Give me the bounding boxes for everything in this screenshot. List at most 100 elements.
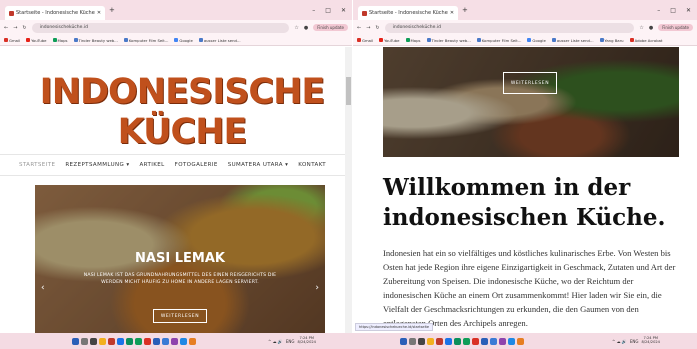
taskbar-app-icon[interactable] (445, 337, 452, 345)
nav-item-kontakt[interactable]: KONTAKT (298, 162, 326, 168)
forward-icon[interactable]: → (13, 25, 17, 31)
tray-icons[interactable]: ^ ☁ 🔊 (268, 339, 283, 344)
profile-update-button[interactable]: Finish update (658, 24, 693, 31)
address-bar-row: ← → ↻ indonesischeküche.id ☆ ● Finish up… (353, 20, 697, 35)
nav-item-startseite[interactable]: STARTSEITE (19, 162, 55, 168)
read-more-button[interactable]: WEITERLESEN (503, 72, 557, 94)
maximize-button[interactable]: □ (670, 7, 676, 14)
taskbar-app-icon[interactable] (427, 337, 434, 345)
taskbar-app-icon[interactable] (454, 337, 461, 345)
clock[interactable]: 7:24 PM 8/24/2024 (642, 336, 660, 345)
minimize-button[interactable]: – (657, 7, 660, 14)
profile-icon[interactable]: ● (304, 25, 308, 31)
language-indicator[interactable]: ENG (630, 339, 639, 344)
slider-prev-icon[interactable]: ‹ (41, 283, 45, 293)
bookmark-item[interactable]: Komputer Film Seit... (476, 38, 521, 43)
language-indicator[interactable]: ENG (286, 339, 295, 344)
browser-tab[interactable]: Startseite - Indonesische Küche ✕ (358, 6, 459, 20)
taskbar-app-icon[interactable] (508, 337, 515, 345)
profile-icon[interactable]: ● (649, 25, 653, 31)
reload-icon[interactable]: ↻ (22, 25, 26, 31)
browser-window-left: Startseite - Indonesische Küche ✕ + – □ … (0, 0, 352, 333)
taskbar-app-icon[interactable] (189, 337, 196, 345)
taskbar-app-icon[interactable] (463, 337, 470, 345)
tab-bar: Startseite - Indonesische Küche ✕ + – □ … (0, 0, 352, 20)
taskbar-app-icon[interactable] (472, 337, 479, 345)
scrollbar[interactable] (345, 47, 352, 333)
bookmark-item[interactable]: YouTube (379, 38, 400, 43)
bookmark-item[interactable]: Komputer Film Seit... (123, 38, 168, 43)
new-tab-button[interactable]: + (109, 6, 115, 14)
main-nav: STARTSEITE REZEPTSAMMLUNG ▾ ARTIKEL FOTO… (0, 154, 345, 176)
bookmark-item[interactable]: Google (527, 38, 546, 43)
forward-icon[interactable]: → (366, 25, 370, 31)
taskbar-app-icon[interactable] (108, 337, 115, 345)
taskbar-app-icon[interactable] (144, 337, 151, 345)
bookmark-item[interactable]: Gmail (4, 38, 20, 43)
bookmarks-bar: Gmail YouTube Maps Tiroler Beauty web...… (353, 35, 697, 46)
close-window-button[interactable]: ✕ (686, 7, 691, 14)
minimize-button[interactable]: – (312, 7, 315, 14)
window-controls: – □ ✕ (312, 7, 352, 14)
nav-item-rezeptsammlung[interactable]: REZEPTSAMMLUNG ▾ (65, 162, 129, 168)
bookmark-item[interactable]: Gmail (357, 38, 373, 43)
browser-tab[interactable]: Startseite - Indonesische Küche ✕ (5, 6, 106, 20)
nav-item-artikel[interactable]: ARTIKEL (140, 162, 165, 168)
close-window-button[interactable]: ✕ (341, 7, 346, 14)
taskbar-app-icon[interactable] (180, 337, 187, 345)
new-tab-button[interactable]: + (462, 6, 468, 14)
taskbar-app-icon[interactable] (490, 337, 497, 345)
taskbar-app-icon[interactable] (135, 337, 142, 345)
bookmark-item[interactable]: Maps (405, 38, 421, 43)
taskbar-app-icon[interactable] (171, 337, 178, 345)
bookmark-item[interactable]: Tiroler Beauty web... (426, 38, 471, 43)
site-logo[interactable]: INDONESISCHE KÜCHE (36, 72, 328, 152)
url-input[interactable]: indonesischeküche.id (384, 22, 635, 33)
slider-next-icon[interactable]: › (315, 283, 319, 293)
star-icon[interactable]: ☆ (294, 25, 298, 31)
read-more-button[interactable]: WEITERLESEN (153, 309, 207, 323)
nav-item-fotogalerie[interactable]: FOTOGALERIE (175, 162, 218, 168)
taskbar-app-icon[interactable] (90, 337, 97, 345)
nav-item-sumatera-utara[interactable]: SUMATERA UTARA ▾ (228, 162, 289, 168)
taskbar-app-icon[interactable] (117, 337, 124, 345)
bookmark-item[interactable]: ausser Liste send... (198, 38, 241, 43)
bookmark-item[interactable]: Maps (52, 38, 68, 43)
bookmark-item[interactable]: ausser Liste send... (551, 38, 594, 43)
taskbar-app-icon[interactable] (409, 337, 416, 345)
bookmark-item[interactable]: Tiroler Beauty web... (73, 38, 118, 43)
taskbar-apps-left (72, 333, 198, 349)
bookmark-item[interactable]: Google (174, 38, 193, 43)
close-tab-icon[interactable]: ✕ (450, 10, 454, 16)
back-icon[interactable]: ← (4, 25, 8, 31)
bookmark-item[interactable]: Adobe Acrobat (629, 38, 662, 43)
taskbar-app-icon[interactable] (499, 337, 506, 345)
tray-icons[interactable]: ^ ☁ 🔊 (612, 339, 627, 344)
reload-icon[interactable]: ↻ (375, 25, 379, 31)
url-input[interactable]: indonesischeküche.id (31, 22, 290, 33)
star-icon[interactable]: ☆ (639, 25, 643, 31)
bookmark-item[interactable]: YouTube (26, 38, 47, 43)
profile-update-button[interactable]: Finish update (313, 24, 348, 31)
taskbar-app-icon[interactable] (99, 337, 106, 345)
taskbar-app-icon[interactable] (481, 337, 488, 345)
taskbar-app-icon[interactable] (162, 337, 169, 345)
taskbar-app-icon[interactable] (126, 337, 133, 345)
taskbar-app-icon[interactable] (418, 337, 425, 345)
featured-image: WEITERLESEN (383, 47, 679, 157)
welcome-paragraph: Indonesien hat ein so vielfältiges und k… (383, 248, 676, 328)
bookmark-item[interactable]: Yang Baru (599, 38, 624, 43)
maximize-button[interactable]: □ (325, 7, 331, 14)
taskbar-app-icon[interactable] (517, 337, 524, 345)
taskbar-app-icon[interactable] (153, 337, 160, 345)
close-tab-icon[interactable]: ✕ (97, 10, 101, 16)
back-icon[interactable]: ← (357, 25, 361, 31)
taskbar-app-icon[interactable] (400, 337, 407, 345)
scrollbar-thumb[interactable] (346, 77, 351, 105)
taskbar-app-icon[interactable] (72, 337, 79, 345)
taskbar-app-icon[interactable] (436, 337, 443, 345)
taskbar: ^ ☁ 🔊 ENG 7:24 PM 8/24/2024 ^ ☁ 🔊 ENG 7:2… (0, 333, 697, 349)
clock[interactable]: 7:24 PM 8/24/2024 (298, 336, 316, 345)
system-tray-left: ^ ☁ 🔊 ENG 7:24 PM 8/24/2024 (268, 333, 316, 349)
taskbar-app-icon[interactable] (81, 337, 88, 345)
